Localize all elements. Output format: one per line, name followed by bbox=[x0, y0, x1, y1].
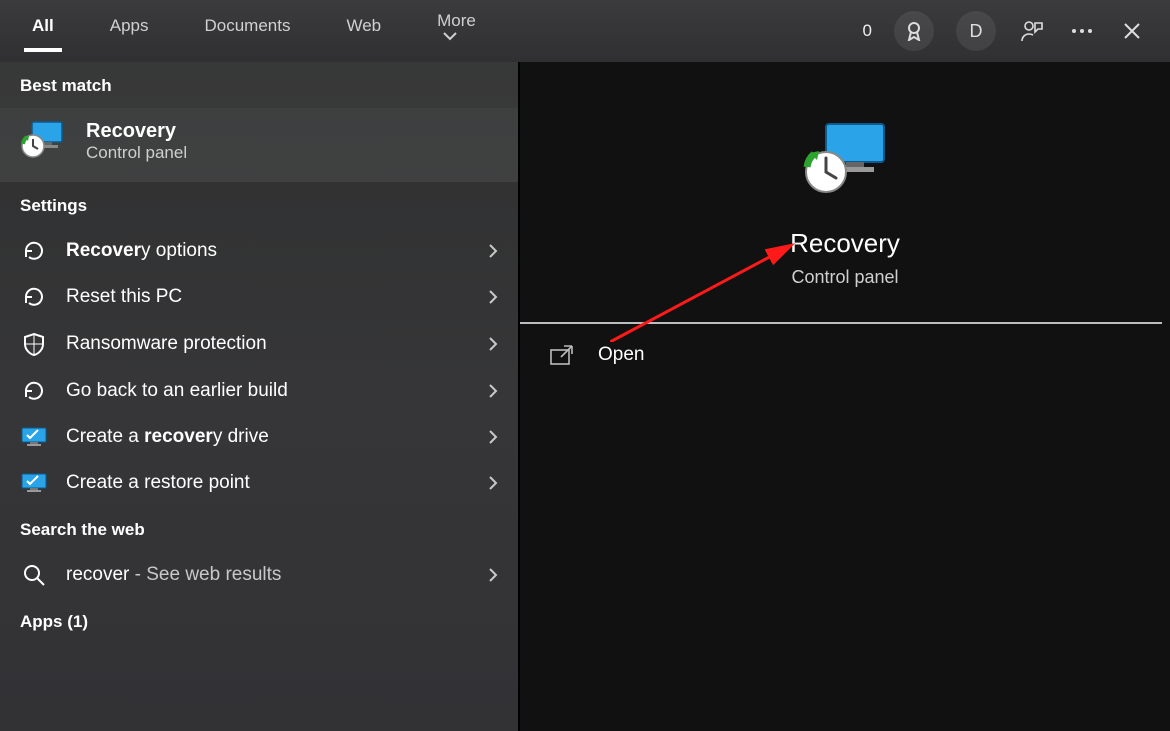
settings-item-label: Recovery options bbox=[66, 240, 217, 262]
best-match-title: Recovery bbox=[86, 120, 187, 143]
settings-header: Settings bbox=[0, 182, 518, 228]
chevron-right-icon bbox=[488, 243, 498, 259]
chevron-right-icon bbox=[488, 567, 498, 583]
settings-item-label: Create a recovery drive bbox=[66, 426, 269, 448]
preview-subtitle: Control panel bbox=[791, 267, 898, 288]
tab-more[interactable]: More bbox=[429, 5, 484, 57]
chevron-right-icon bbox=[488, 383, 498, 399]
preview-title: Recovery bbox=[790, 228, 900, 259]
rewards-count: 0 bbox=[863, 21, 872, 41]
settings-item-recovery-options[interactable]: Recovery options bbox=[0, 228, 518, 274]
chevron-right-icon bbox=[488, 475, 498, 491]
close-icon bbox=[1122, 21, 1142, 41]
preview-content: Recovery Control panel bbox=[520, 72, 1170, 288]
web-search-item[interactable]: recover - See web results bbox=[0, 552, 518, 598]
monitor-icon bbox=[20, 427, 48, 447]
tabs: All Apps Documents Web More bbox=[24, 5, 863, 57]
feedback-icon bbox=[1020, 19, 1044, 43]
recovery-icon bbox=[800, 118, 890, 198]
settings-item-label: Reset this PC bbox=[66, 286, 182, 308]
main: Best match Recovery Control panel bbox=[0, 62, 1170, 731]
open-action-label: Open bbox=[598, 344, 644, 366]
recovery-icon bbox=[20, 118, 66, 164]
open-action[interactable]: Open bbox=[520, 324, 1170, 386]
chevron-right-icon bbox=[488, 429, 498, 445]
results-panel: Best match Recovery Control panel bbox=[0, 62, 520, 731]
settings-item-go-back-earlier-build[interactable]: Go back to an earlier build bbox=[0, 368, 518, 414]
chevron-right-icon bbox=[488, 336, 498, 352]
tab-all[interactable]: All bbox=[24, 10, 62, 52]
tab-apps[interactable]: Apps bbox=[102, 10, 157, 52]
settings-item-ransomware-protection[interactable]: Ransomware protection bbox=[0, 320, 518, 368]
rewards-button[interactable] bbox=[894, 11, 934, 51]
monitor-icon bbox=[20, 473, 48, 493]
topbar: All Apps Documents Web More 0 D bbox=[0, 0, 1170, 62]
search-web-header: Search the web bbox=[0, 506, 518, 552]
tab-web[interactable]: Web bbox=[338, 10, 389, 52]
best-match-subtitle: Control panel bbox=[86, 143, 187, 163]
shield-icon bbox=[20, 332, 48, 356]
ellipsis-icon bbox=[1070, 28, 1094, 34]
settings-item-label: Create a restore point bbox=[66, 472, 250, 494]
open-icon bbox=[550, 344, 574, 366]
medal-icon bbox=[905, 21, 923, 41]
topbar-right: 0 D bbox=[863, 11, 1146, 51]
restore-icon bbox=[20, 287, 48, 307]
chevron-right-icon bbox=[488, 289, 498, 305]
apps-header: Apps (1) bbox=[0, 598, 518, 636]
search-icon bbox=[20, 564, 48, 586]
tab-documents[interactable]: Documents bbox=[196, 10, 298, 52]
settings-item-create-restore-point[interactable]: Create a restore point bbox=[0, 460, 518, 506]
feedback-button[interactable] bbox=[1018, 17, 1046, 45]
restore-icon bbox=[20, 241, 48, 261]
best-match-item[interactable]: Recovery Control panel bbox=[0, 108, 518, 182]
best-match-header: Best match bbox=[0, 62, 518, 108]
chevron-down-icon bbox=[443, 31, 457, 41]
settings-item-label: Ransomware protection bbox=[66, 333, 267, 355]
user-avatar[interactable]: D bbox=[956, 11, 996, 51]
close-button[interactable] bbox=[1118, 17, 1146, 45]
preview-panel: Recovery Control panel Open bbox=[520, 62, 1170, 731]
restore-icon bbox=[20, 381, 48, 401]
settings-item-create-recovery-drive[interactable]: Create a recovery drive bbox=[0, 414, 518, 460]
settings-item-label: Go back to an earlier build bbox=[66, 380, 288, 402]
settings-item-reset-this-pc[interactable]: Reset this PC bbox=[0, 274, 518, 320]
web-search-label: recover - See web results bbox=[66, 564, 281, 586]
more-options-button[interactable] bbox=[1068, 17, 1096, 45]
